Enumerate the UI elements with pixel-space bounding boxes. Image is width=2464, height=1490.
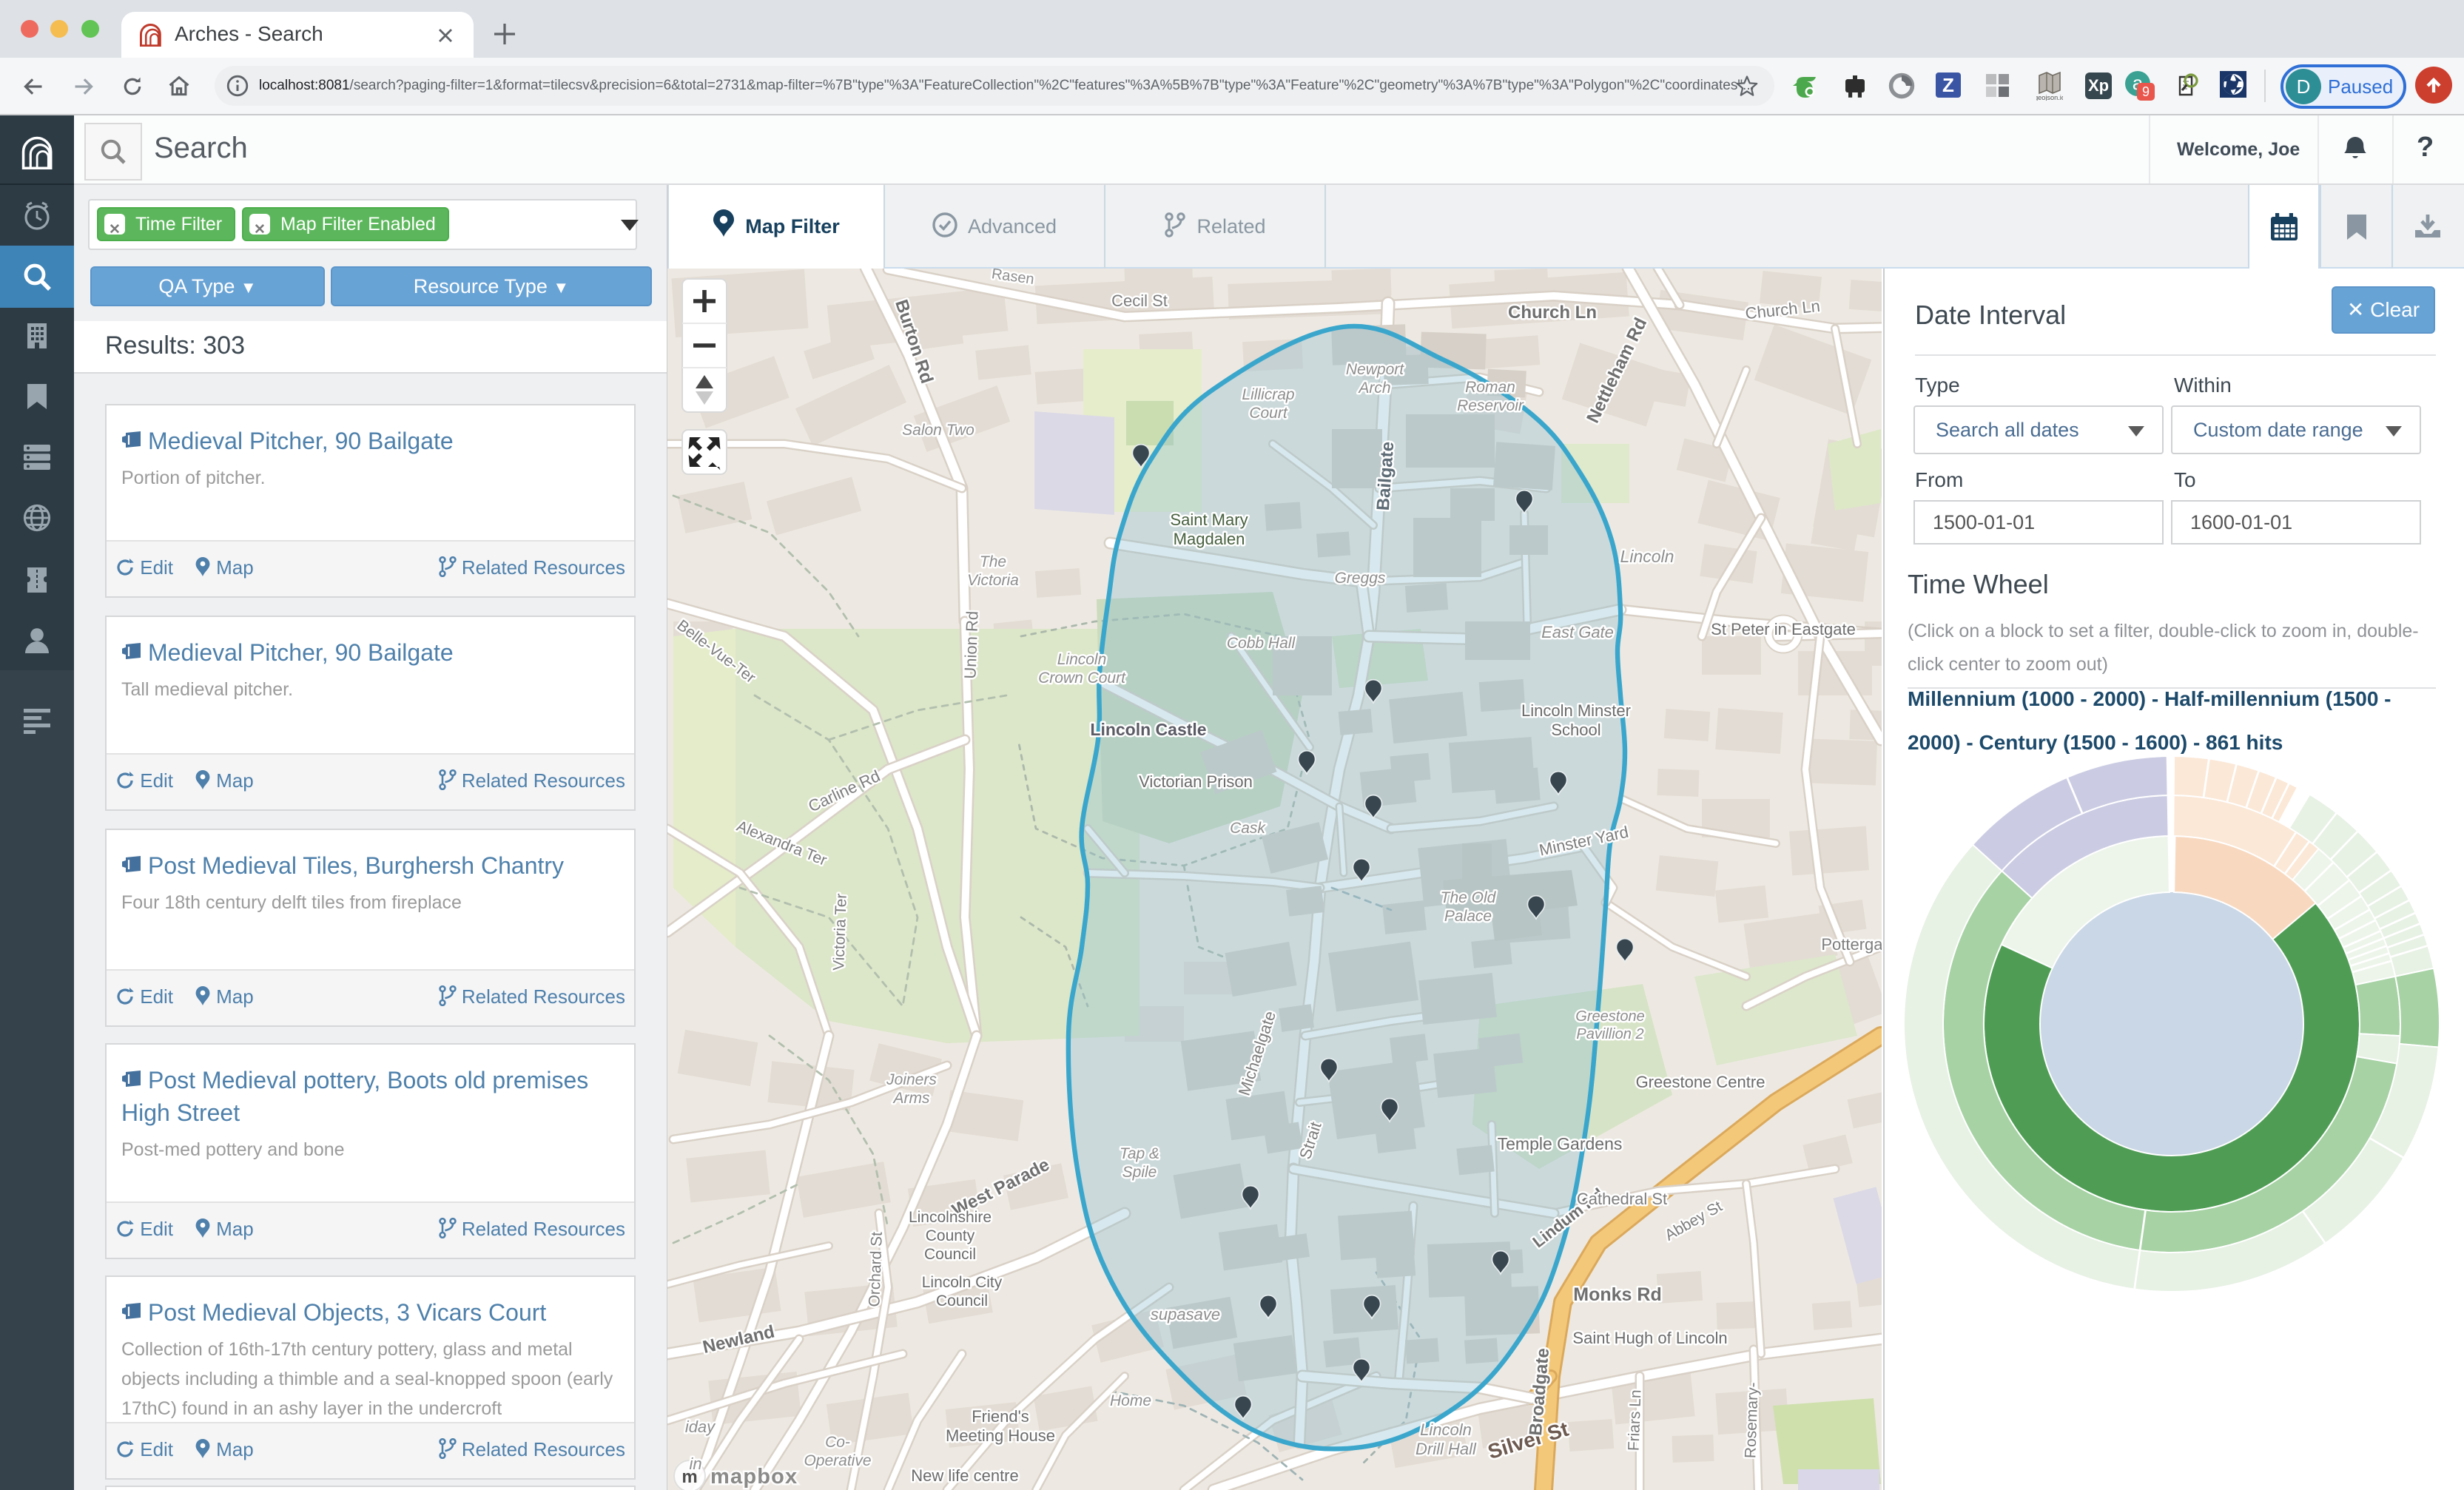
svg-text:Temple Gardens: Temple Gardens bbox=[1498, 1134, 1623, 1153]
svg-text:East Gate: East Gate bbox=[1541, 623, 1614, 641]
svg-text:LincolnDrill Hall: LincolnDrill Hall bbox=[1416, 1420, 1477, 1458]
svg-text:Union Rd: Union Rd bbox=[960, 610, 981, 679]
svg-text:geojson.io: geojson.io bbox=[2036, 94, 2063, 101]
svg-text:Victoria Ter: Victoria Ter bbox=[830, 893, 850, 971]
svg-text:iday: iday bbox=[685, 1417, 716, 1436]
svg-text:Greggs: Greggs bbox=[1335, 570, 1386, 587]
svg-text:Greestone Centre: Greestone Centre bbox=[1636, 1073, 1765, 1091]
svg-text:Monks Rd: Monks Rd bbox=[1573, 1284, 1661, 1305]
svg-text:Cathedral St: Cathedral St bbox=[1577, 1190, 1667, 1208]
svg-text:Home: Home bbox=[1110, 1392, 1151, 1409]
svg-text:Church Ln: Church Ln bbox=[1508, 303, 1597, 323]
svg-text:Friars Ln: Friars Ln bbox=[1626, 1389, 1645, 1452]
svg-text:Orchard St: Orchard St bbox=[866, 1231, 886, 1307]
svg-text:Lincoln: Lincoln bbox=[1620, 547, 1674, 566]
svg-text:Saint MaryMagdalen: Saint MaryMagdalen bbox=[1170, 510, 1248, 548]
svg-text:Victorian Prison: Victorian Prison bbox=[1139, 772, 1253, 791]
svg-text:Rosemary-: Rosemary- bbox=[1742, 1382, 1762, 1458]
svg-text:Saint Hugh of Lincoln: Saint Hugh of Lincoln bbox=[1572, 1329, 1727, 1347]
svg-text:supasave: supasave bbox=[1151, 1305, 1220, 1324]
svg-text:St Peter in Eastgate: St Peter in Eastgate bbox=[1711, 620, 1856, 638]
svg-text:Lincoln Castle: Lincoln Castle bbox=[1090, 720, 1206, 739]
svg-text:Cecil St: Cecil St bbox=[1111, 291, 1168, 310]
svg-text:Cask: Cask bbox=[1230, 820, 1266, 837]
svg-text:in: in bbox=[689, 1454, 701, 1473]
svg-text:mapbox: mapbox bbox=[710, 1465, 798, 1489]
svg-text:New life centre: New life centre bbox=[911, 1466, 1019, 1485]
svg-text:Pottergat: Pottergat bbox=[1821, 935, 1882, 954]
svg-text:Cobb Hall: Cobb Hall bbox=[1227, 635, 1296, 652]
svg-text:Salon Two: Salon Two bbox=[902, 422, 975, 439]
